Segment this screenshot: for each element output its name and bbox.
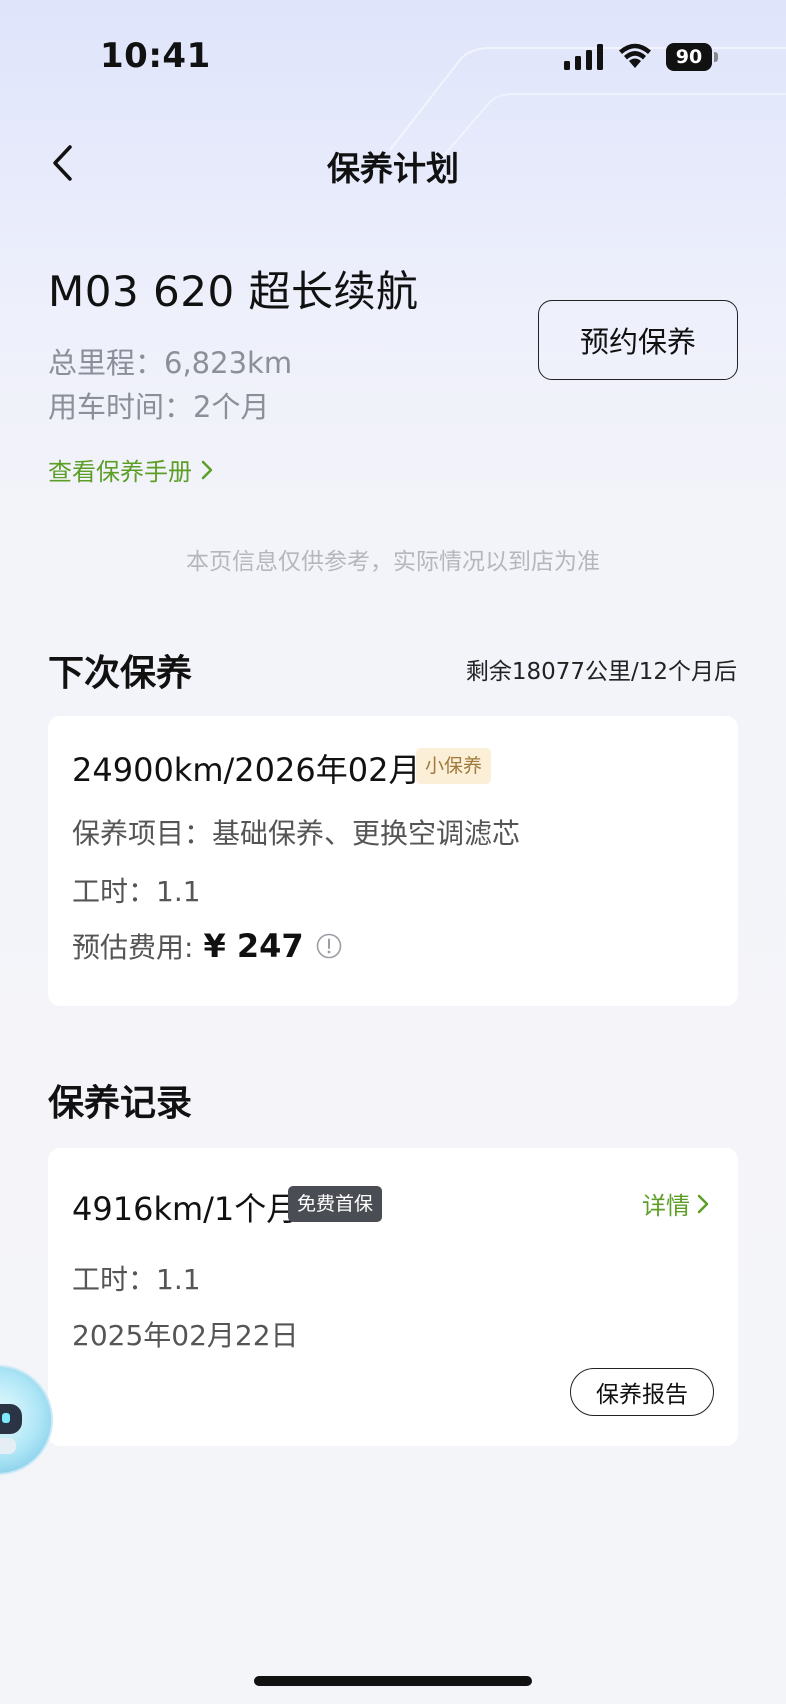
estimated-cost-label: 预估费用:	[72, 931, 194, 964]
detail-link-label: 详情	[642, 1192, 690, 1220]
next-maintenance-remaining: 剩余18077公里/12个月后	[465, 659, 737, 685]
info-icon[interactable]	[316, 933, 342, 959]
maintenance-records-heading: 保养记录	[48, 1083, 193, 1124]
status-time: 10:41	[100, 36, 211, 76]
record-detail-link[interactable]: 详情	[642, 1186, 710, 1221]
maintenance-items: 保养项目：基础保养、更换空调滤芯	[72, 817, 521, 850]
labor-hours: 工时：1.1	[72, 875, 201, 908]
total-mileage: 总里程：6,823km	[48, 346, 293, 380]
vehicle-name: M03 620 超长续航	[48, 267, 419, 316]
usage-duration: 用车时间：2个月	[48, 390, 270, 424]
record-date: 2025年02月22日	[72, 1319, 299, 1352]
battery-icon: 90	[666, 43, 718, 71]
book-maintenance-button[interactable]: 预约保养	[538, 300, 738, 380]
wifi-icon	[619, 43, 651, 68]
estimated-cost: 预估费用: ¥ 247	[72, 926, 342, 966]
cellular-signal-icon	[564, 44, 603, 70]
disclaimer-text: 本页信息仅供参考，实际情况以到店为准	[186, 549, 600, 575]
maintenance-type-badge: 小保养	[416, 748, 492, 784]
next-maintenance-date: 24900km/2026年02月	[72, 751, 421, 789]
home-indicator	[254, 1676, 532, 1686]
record-summary: 4916km/1个月	[72, 1190, 299, 1228]
maintenance-report-button[interactable]: 保养报告	[570, 1368, 714, 1416]
battery-level: 90	[666, 43, 712, 71]
estimated-cost-value: ¥ 247	[203, 927, 304, 965]
record-labor-hours: 工时：1.1	[72, 1263, 201, 1296]
chevron-right-icon	[201, 460, 213, 479]
maintenance-manual-link[interactable]: 查看保养手册	[48, 452, 214, 487]
chevron-right-icon	[697, 1194, 709, 1213]
page-title: 保养计划	[327, 149, 459, 188]
assistant-robot-icon[interactable]	[0, 1364, 54, 1476]
next-maintenance-heading: 下次保养	[48, 653, 193, 694]
manual-link-label: 查看保养手册	[48, 458, 192, 486]
free-first-service-badge: 免费首保	[288, 1186, 383, 1222]
